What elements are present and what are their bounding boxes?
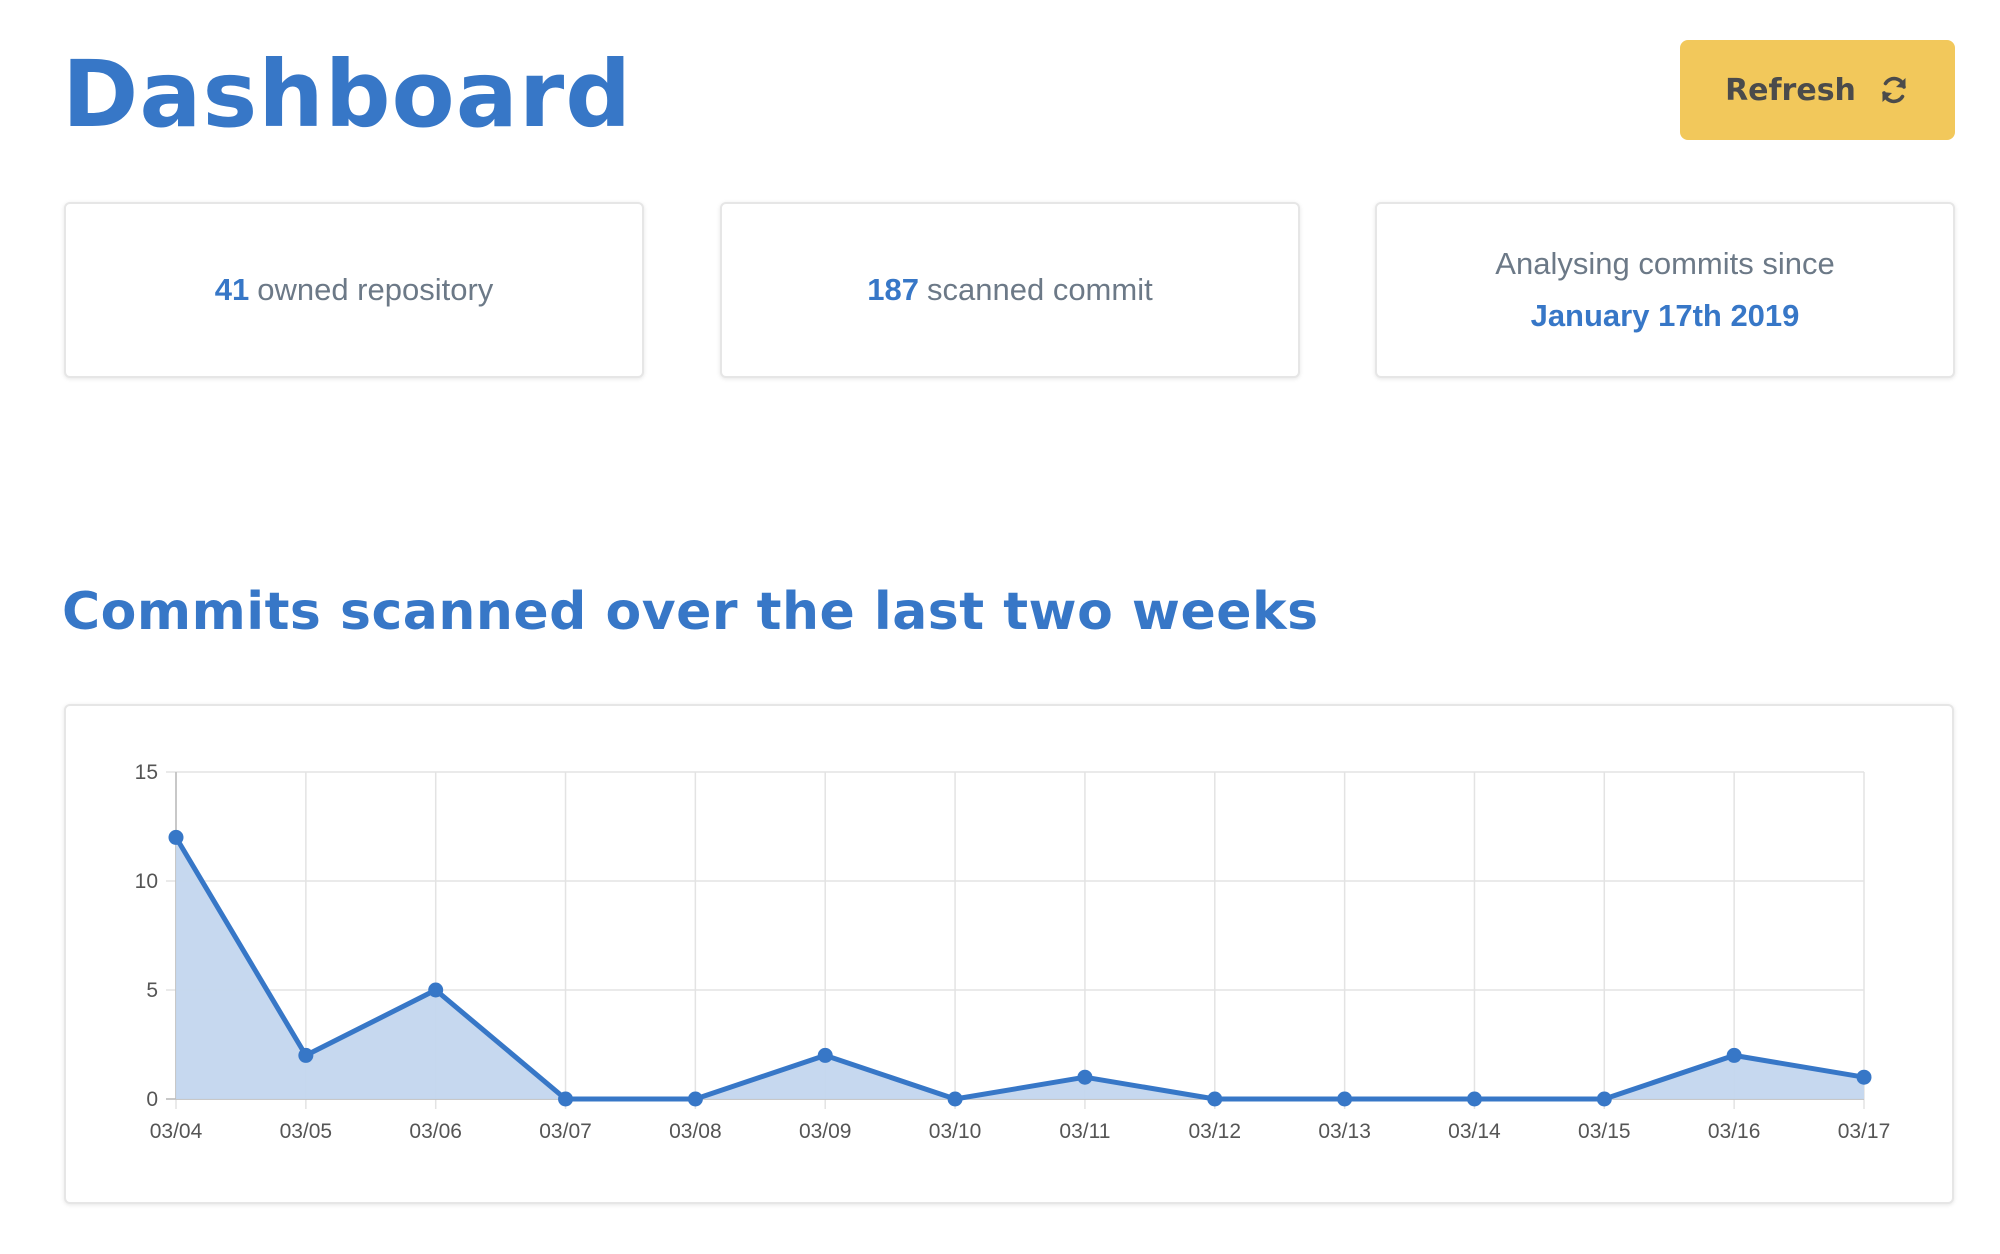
data-point (558, 1091, 574, 1107)
x-tick-label: 03/10 (929, 1120, 982, 1143)
data-point (1596, 1091, 1612, 1107)
x-tick-label: 03/13 (1318, 1120, 1371, 1143)
x-tick-label: 03/09 (799, 1120, 852, 1143)
commits-stat-line: 187 scanned commit (867, 272, 1152, 308)
x-tick-label: 03/08 (669, 1120, 722, 1143)
x-tick-label: 03/15 (1578, 1120, 1631, 1143)
x-tick-label: 03/04 (150, 1120, 203, 1143)
repos-count: 41 (214, 272, 250, 307)
x-tick-label: 03/17 (1838, 1120, 1891, 1143)
since-stat-card: Analysing commits since January 17th 201… (1375, 202, 1955, 378)
repos-stat-line: 41 owned repository (215, 272, 494, 308)
dashboard-page: Dashboard Refresh 41 owned repository 187… (0, 0, 2000, 1254)
data-point (298, 1047, 314, 1063)
series-area (176, 837, 1864, 1099)
data-point (1337, 1091, 1353, 1107)
commits-count: 187 (867, 272, 919, 307)
data-point (687, 1091, 703, 1107)
y-tick-label: 10 (135, 870, 158, 893)
y-tick-label: 15 (135, 761, 158, 784)
x-tick-label: 03/14 (1448, 1120, 1501, 1143)
data-point (168, 829, 184, 845)
commits-chart: 0 5 10 15 03/04 03/05 03/06 03/07 03/08 03/09 03/1… (135, 761, 1891, 1143)
data-point (428, 982, 444, 998)
repos-stat-card: 41 owned repository (64, 202, 644, 378)
x-tick-label: 03/16 (1708, 1120, 1761, 1143)
x-tick-label: 03/05 (280, 1120, 333, 1143)
x-tick-label: 03/07 (539, 1120, 592, 1143)
y-tick-label: 0 (146, 1088, 158, 1111)
x-tick-label: 03/06 (409, 1120, 462, 1143)
data-point (1207, 1091, 1223, 1107)
repos-label: owned repository (257, 272, 494, 307)
data-point (1466, 1091, 1482, 1107)
section-title: Commits scanned over the last two weeks (62, 582, 1319, 642)
commits-stat-card: 187 scanned commit (720, 202, 1300, 378)
data-point (1077, 1069, 1093, 1085)
commits-label: scanned commit (927, 272, 1153, 307)
since-caption: Analysing commits since (1495, 246, 1835, 281)
x-tick-label: 03/12 (1188, 1120, 1241, 1143)
y-tick-label: 5 (146, 979, 158, 1002)
refresh-button[interactable]: Refresh (1680, 40, 1955, 140)
data-point (817, 1047, 833, 1063)
data-point (1856, 1069, 1872, 1085)
since-date: January 17th 2019 (1530, 298, 1800, 333)
data-point (947, 1091, 963, 1107)
page-title: Dashboard (62, 41, 633, 148)
chart-card: 0 5 10 15 03/04 03/05 03/06 03/07 03/08 03/09 03/1… (64, 704, 1954, 1204)
data-point (1726, 1047, 1742, 1063)
refresh-icon (1878, 74, 1910, 106)
x-tick-label: 03/11 (1059, 1120, 1110, 1143)
refresh-button-label: Refresh (1725, 72, 1856, 108)
